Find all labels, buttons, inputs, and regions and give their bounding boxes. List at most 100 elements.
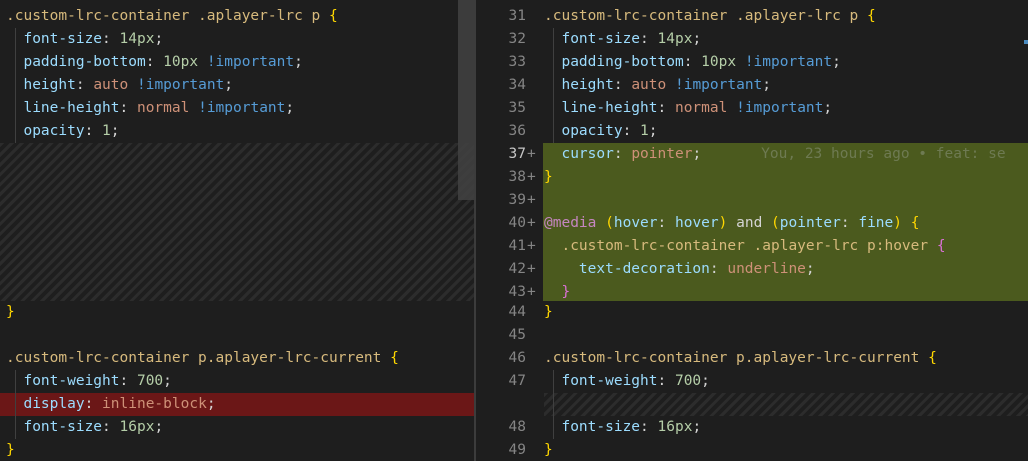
line-number: 33 [508,54,526,70]
vertical-scrollbar-thumb[interactable] [458,0,474,200]
code-token: ; [805,261,815,277]
code-text: display: inline-block; [6,393,215,416]
code-text: } [544,301,553,324]
added-code-line[interactable]: 39 + [476,189,1028,212]
code-token: { [867,8,876,24]
code-token: } [6,304,15,320]
code-text: padding-bottom: 10px !important; [544,51,840,74]
code-token: font-size [561,31,641,47]
code-token: ; [154,31,164,47]
code-token: font-size [561,419,641,435]
code-line[interactable]: 32 font-size: 14px; [476,28,1028,51]
code-token: ; [163,373,172,389]
code-line[interactable]: } [0,301,474,324]
overview-ruler-marker [1024,40,1028,44]
added-code-line[interactable]: 37 + cursor: pointer; You, 23 hours ago • … [476,143,1028,166]
code-token: : [683,54,702,70]
code-token: ( [605,215,614,231]
code-line[interactable] [0,324,474,347]
code-token: : [840,215,859,231]
code-line[interactable]: 34 height: auto !important; [476,74,1028,97]
code-line[interactable]: 31 .custom-lrc-container .aplayer-lrc p { [476,5,1028,28]
code-token: height [23,77,76,93]
code-line[interactable]: 33 padding-bottom: 10px !important; [476,51,1028,74]
code-token: 14px [119,31,155,47]
code-text: font-size: 16px; [544,416,701,439]
line-number: 42 [508,261,526,277]
code-token: opacity [561,123,623,139]
line-number: 44 [508,304,526,320]
code-line[interactable]: 45 [476,324,1028,347]
line-number: 45 [508,327,526,343]
code-token: 700 [136,373,164,389]
code-token: } [544,442,553,458]
code-token: font-size [23,419,103,435]
code-line[interactable]: 47 font-weight: 700; [476,370,1028,393]
original-editor-pane[interactable]: .custom-lrc-container .aplayer-lrc p { f… [0,0,474,461]
code-line[interactable]: font-size: 16px; [0,416,474,439]
added-code-line[interactable]: 41 + .custom-lrc-container .aplayer-lrc p… [476,235,1028,258]
code-token: { [910,215,920,231]
code-token: and [727,215,772,231]
code-line[interactable]: .custom-lrc-container p.aplayer-lrc-curr… [0,347,474,370]
code-token: !important [736,100,824,116]
modified-editor-pane[interactable]: 31 .custom-lrc-container .aplayer-lrc p {… [476,0,1028,461]
code-text: opacity: 1; [544,120,657,143]
code-token: !important [744,54,833,70]
code-token: 1 [640,123,649,139]
code-token: : [75,77,94,93]
code-line[interactable]: 48 font-size: 16px; [476,416,1028,439]
code-token: hover [674,215,719,231]
line-number: 31 [508,8,526,24]
code-line[interactable]: font-size: 14px; [0,28,474,51]
code-token: inline-block [102,396,207,412]
code-line[interactable]: line-height: normal !important; [0,97,474,120]
code-text: text-decoration: underline; [544,258,815,281]
code-text: padding-bottom: 10px !important; [6,51,303,74]
code-token: padding-bottom [561,54,684,70]
code-line[interactable]: 46 .custom-lrc-container p.aplayer-lrc-cu… [476,347,1028,370]
code-token: { [390,350,399,366]
code-line[interactable]: 36 opacity: 1; [476,120,1028,143]
diff-marker: + [527,146,536,162]
diff-marker: + [527,192,536,208]
indent-guide [553,28,554,143]
removed-code-line[interactable]: display: inline-block; [0,393,474,416]
code-token: ; [692,31,702,47]
code-token: font-weight [23,373,120,389]
code-token: line-height [561,100,658,116]
indent-guide [15,28,16,143]
code-line[interactable]: 35 line-height: normal !important; [476,97,1028,120]
line-number: 41 [508,238,526,254]
code-text: } [6,301,15,324]
code-token: 16px [657,419,693,435]
added-code-line[interactable]: 40 + @media (hover: hover) and (pointer: f… [476,212,1028,235]
added-code-line[interactable]: 38 +} [476,166,1028,189]
code-token: pointer [779,215,841,231]
code-line[interactable]: 49} [476,439,1028,461]
code-token: auto [93,77,129,93]
line-number: 34 [508,77,526,93]
code-token: !important [136,77,225,93]
code-line[interactable]: opacity: 1; [0,120,474,143]
code-line[interactable]: font-weight: 700; [0,370,474,393]
code-token: ; [294,54,303,70]
diff-marker: + [527,261,536,277]
code-line[interactable]: 44} [476,301,1028,324]
code-line[interactable]: } [0,439,474,461]
indent-guide [15,370,16,439]
code-token: : [119,373,137,389]
line-number: 49 [508,442,526,458]
code-token: } [544,169,553,185]
code-token: underline [727,261,806,277]
code-token: ; [762,77,772,93]
added-code-line[interactable]: 42 + text-decoration: underline; [476,258,1028,281]
code-line[interactable]: height: auto !important; [0,74,474,97]
code-line[interactable]: padding-bottom: 10px !important; [0,51,474,74]
code-token: : [622,123,641,139]
code-line[interactable]: .custom-lrc-container .aplayer-lrc p { [0,5,474,28]
code-token: : [613,146,632,162]
